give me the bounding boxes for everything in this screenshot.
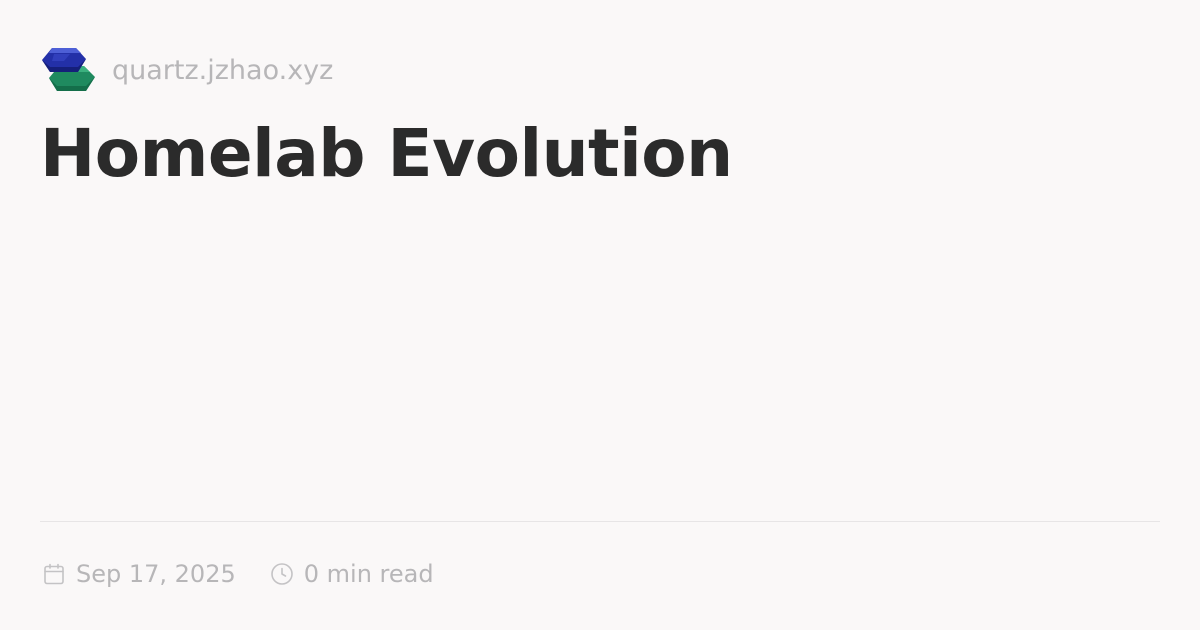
- publish-date: Sep 17, 2025: [42, 560, 236, 588]
- site-name[interactable]: quartz.jzhao.xyz: [112, 57, 333, 84]
- clock-icon: [270, 563, 293, 585]
- divider: [40, 521, 1160, 522]
- reading-time: 0 min read: [270, 560, 434, 588]
- quartz-logo-icon: [42, 48, 95, 91]
- publish-date-text: Sep 17, 2025: [76, 560, 236, 588]
- reading-time-text: 0 min read: [303, 560, 434, 588]
- og-card: quartz.jzhao.xyz Homelab Evolution Sep 1…: [0, 0, 1200, 630]
- page-meta: Sep 17, 2025 0 min read: [42, 558, 434, 590]
- page-title: Homelab Evolution: [40, 115, 733, 192]
- calendar-icon: [44, 563, 64, 585]
- site-header: quartz.jzhao.xyz: [40, 44, 333, 94]
